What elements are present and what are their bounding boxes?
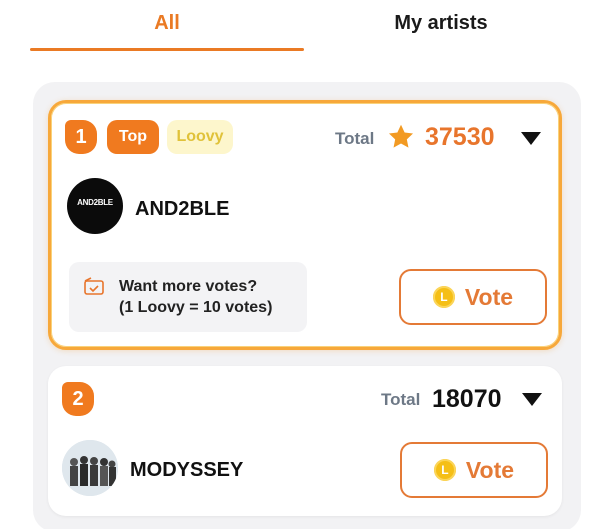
tab-bar: All My artists [0,0,609,56]
ranking-card-2: 2 Total 18070 MODYSSEY L Vote [48,366,562,516]
group-photo-icon [62,440,118,496]
expand-caret-icon[interactable] [522,393,542,406]
loovy-coin-icon: L [433,459,456,481]
total-label: Total [381,390,421,409]
total-label: Total [335,129,375,148]
promo-text: Want more votes? (1 Loovy = 10 votes) [119,276,272,318]
more-votes-banner[interactable]: Want more votes? (1 Loovy = 10 votes) [69,262,307,332]
rank-badge: 1 [65,120,97,154]
top-tag: Top [107,120,159,154]
vote-button[interactable]: L Vote [400,442,548,498]
total-votes: 18070 [432,385,502,413]
total-votes: 37530 [425,123,495,151]
active-tab-indicator [30,48,304,51]
avatar [62,440,118,496]
vote-label: Vote [465,456,515,483]
tab-my-artists[interactable]: My artists [304,12,578,42]
avatar-logo-text: AND2BLE [77,198,113,207]
promo-line-1: Want more votes? [119,278,258,295]
loovy-coin-icon: L [432,286,455,308]
ranking-card-1: 1 Top Loovy Total 37530 AND2BLE AND2BLE … [48,100,562,350]
avatar: AND2BLE [67,178,123,234]
vote-label: Vote [464,283,514,310]
artist-name: MODYSSEY [130,459,244,481]
rank-badge: 2 [62,382,94,416]
loovy-tag: Loovy [167,120,233,154]
expand-caret-icon[interactable] [521,132,541,145]
tab-all[interactable]: All [30,12,304,42]
promo-line-2: (1 Loovy = 10 votes) [119,299,273,316]
artist-name: AND2BLE [135,198,230,220]
ticket-icon [84,277,104,295]
star-icon [388,124,414,148]
vote-button[interactable]: L Vote [399,269,547,325]
